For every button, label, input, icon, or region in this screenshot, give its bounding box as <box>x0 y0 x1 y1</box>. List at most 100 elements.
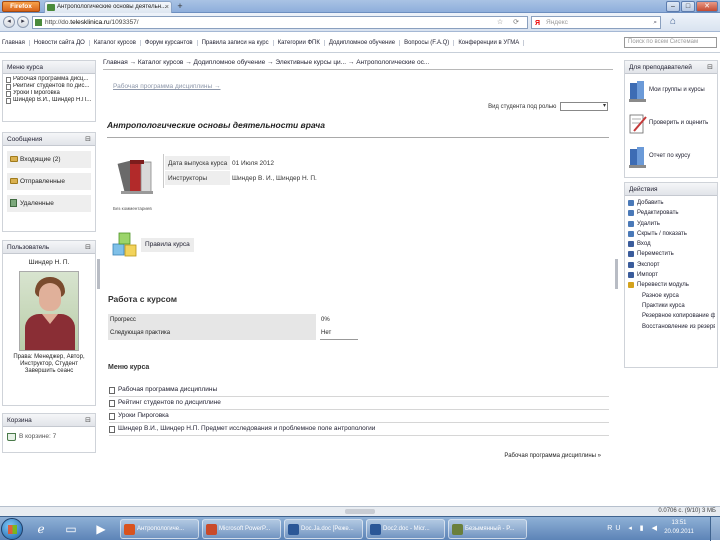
menu-forum[interactable]: Форум курсантов <box>141 39 198 46</box>
taskbar-window-label: Безымянный - P... <box>465 526 515 532</box>
action-item[interactable]: Резервное копирование файлов <box>628 311 715 321</box>
books-stack-icon <box>629 81 646 102</box>
clock-date: 20.09.2011 <box>664 529 694 535</box>
check-and-grade-link[interactable]: Проверить и оценить <box>625 110 717 140</box>
action-item[interactable]: Разное курса <box>628 291 715 301</box>
left-resize-handle[interactable] <box>97 259 100 289</box>
actions-title: Действия <box>629 186 658 193</box>
my-groups-link[interactable]: Мои группы и курсы <box>625 77 717 107</box>
menu-conferences[interactable]: Конференции в УГМА <box>454 39 525 46</box>
tab-title: Антропологические основы деятельн... <box>57 4 167 10</box>
list-item[interactable]: Рейтинг студентов по дисциплине <box>109 397 609 410</box>
user-block: Пользователь ⊟ Шиндер Н. П. Права: Менед… <box>2 240 96 406</box>
system-tray[interactable]: RU ◂ ▮ ◀ <box>607 520 660 538</box>
internet-explorer-icon[interactable]: ℯ <box>30 519 52 539</box>
start-button[interactable] <box>1 518 23 540</box>
new-tab-button[interactable]: + <box>175 1 185 12</box>
list-item[interactable]: Уроки Пироговка <box>109 410 609 423</box>
document-icon <box>109 426 115 433</box>
collapse-icon[interactable]: ⊟ <box>707 61 713 74</box>
site-search-input[interactable]: Поиск по всем Системам <box>624 37 717 48</box>
folder-icon[interactable]: ▭ <box>60 519 82 539</box>
document-icon <box>109 413 115 420</box>
right-resize-handle[interactable] <box>615 259 618 289</box>
list-item[interactable]: Рейтинг студентов по дис... <box>6 83 92 90</box>
work-program-link[interactable]: Рабочая программа дисциплины » <box>504 453 601 459</box>
taskbar-window-button[interactable]: Microsoft PowerP... <box>202 519 281 539</box>
taskbar-window-button[interactable]: Doc.Ja.doc [Реже... <box>284 519 363 539</box>
menu-rules[interactable]: Правила записи на курс <box>198 39 274 46</box>
logout-link[interactable]: Завершить сеанс <box>3 368 95 375</box>
list-item[interactable]: Шиндер В.И., Шиндер Н.П... <box>6 97 92 104</box>
collapse-icon[interactable]: ⊟ <box>85 133 91 146</box>
action-icon <box>628 210 634 217</box>
search-placeholder: Яндекс <box>546 19 568 26</box>
back-button[interactable]: ◂ <box>3 16 15 28</box>
action-item[interactable]: Импорт <box>628 270 715 280</box>
course-menu-title: Меню курса <box>7 64 43 71</box>
basket-block: Корзина ⊟ В корзине: 7 <box>2 413 96 453</box>
collapse-icon[interactable]: ⊟ <box>85 241 91 254</box>
deleted-link[interactable]: Удаленные <box>7 195 91 212</box>
forward-button[interactable]: ▸ <box>17 16 29 28</box>
maximize-button[interactable]: □ <box>681 1 695 12</box>
course-report-link[interactable]: Отчет по курсу <box>625 143 717 173</box>
action-item[interactable]: Практики курса <box>628 301 715 311</box>
action-item[interactable]: Восстановление из резервной копии <box>628 322 715 332</box>
collapse-icon[interactable]: ⊟ <box>85 414 91 427</box>
list-item[interactable]: Рабочая программа дисц... <box>6 76 92 83</box>
cart-icon <box>7 433 16 441</box>
horizontal-scrollbar[interactable] <box>345 509 375 514</box>
search-icon[interactable]: ⌕ <box>653 17 657 28</box>
info-key: Инструкторы <box>165 171 230 185</box>
list-item[interactable]: Рабочая программа дисциплины <box>109 384 609 397</box>
action-icon <box>628 220 634 227</box>
list-item[interactable]: Шиндер В.И., Шиндер Н.П. Предмет исследо… <box>109 423 609 436</box>
bookmark-star-icon[interactable]: ☆ ⟳ <box>497 17 523 28</box>
browser-tab[interactable]: Антропологические основы деятельн... × <box>44 1 172 13</box>
action-item[interactable]: Добавить <box>628 198 715 208</box>
menu-faq[interactable]: Вопросы (F.A.Q) <box>400 39 455 46</box>
firefox-menu-button[interactable]: Firefox <box>2 1 40 12</box>
teachers-title: Для преподавателей <box>629 64 692 71</box>
action-item[interactable]: Редактировать <box>628 208 715 218</box>
sent-link[interactable]: Отправленные <box>7 173 91 190</box>
inbox-link[interactable]: Входящие (2) <box>7 151 91 168</box>
menu-home[interactable]: Главная <box>0 39 30 46</box>
document-icon <box>109 400 115 407</box>
taskbar-window-button[interactable]: Безымянный - P... <box>448 519 527 539</box>
course-rules-button[interactable]: Правила курса <box>111 230 203 260</box>
action-item[interactable]: Скрыть / показать <box>628 229 715 239</box>
close-window-button[interactable]: ✕ <box>696 1 718 12</box>
home-icon[interactable]: ⌂ <box>667 16 679 28</box>
action-item[interactable]: Удалить <box>628 219 715 229</box>
action-icon <box>628 251 634 258</box>
action-icon <box>628 272 634 279</box>
menu-categories[interactable]: Категории ФПК <box>274 39 325 46</box>
action-item[interactable]: Переместить <box>628 249 715 259</box>
close-tab-icon[interactable]: × <box>165 2 169 13</box>
action-item[interactable]: Перевести модуль <box>628 280 715 290</box>
breadcrumb[interactable]: Главная → Каталог курсов → Додипломное о… <box>103 58 613 70</box>
taskbar-window-button[interactable]: Doc2.doc - Micr... <box>366 519 445 539</box>
work-program-top-link[interactable]: Рабочая программа дисциплины → <box>113 83 221 90</box>
media-player-icon[interactable]: ▶ <box>90 519 112 539</box>
show-desktop-button[interactable] <box>710 517 720 541</box>
address-bar[interactable]: http://do.telesklinica.ru/1093357/ ☆ ⟳ <box>32 16 528 29</box>
url-prefix: http://do. <box>45 19 71 26</box>
menu-predegree[interactable]: Додипломное обучение <box>325 39 401 46</box>
menu-catalog[interactable]: Каталог курсов <box>90 39 141 46</box>
action-item[interactable]: Вход <box>628 239 715 249</box>
minimize-button[interactable]: – <box>666 1 680 12</box>
taskbar-window-label: Microsoft PowerP... <box>219 526 271 532</box>
menu-news[interactable]: Новости сайта ДО <box>30 39 90 46</box>
cubes-icon <box>112 232 137 257</box>
action-item[interactable]: Экспорт <box>628 260 715 270</box>
student-role-select[interactable] <box>560 102 608 111</box>
progress-value: 0% <box>321 317 330 323</box>
search-input[interactable]: Я Яндекс ⌕ <box>531 16 661 29</box>
basket-link[interactable]: В корзине: 7 <box>3 427 95 443</box>
clock[interactable]: 13:51 20.09.2011 <box>664 519 694 537</box>
list-item[interactable]: Уроки Пироговка <box>6 90 92 97</box>
taskbar-window-button[interactable]: Антропологиче... <box>120 519 199 539</box>
